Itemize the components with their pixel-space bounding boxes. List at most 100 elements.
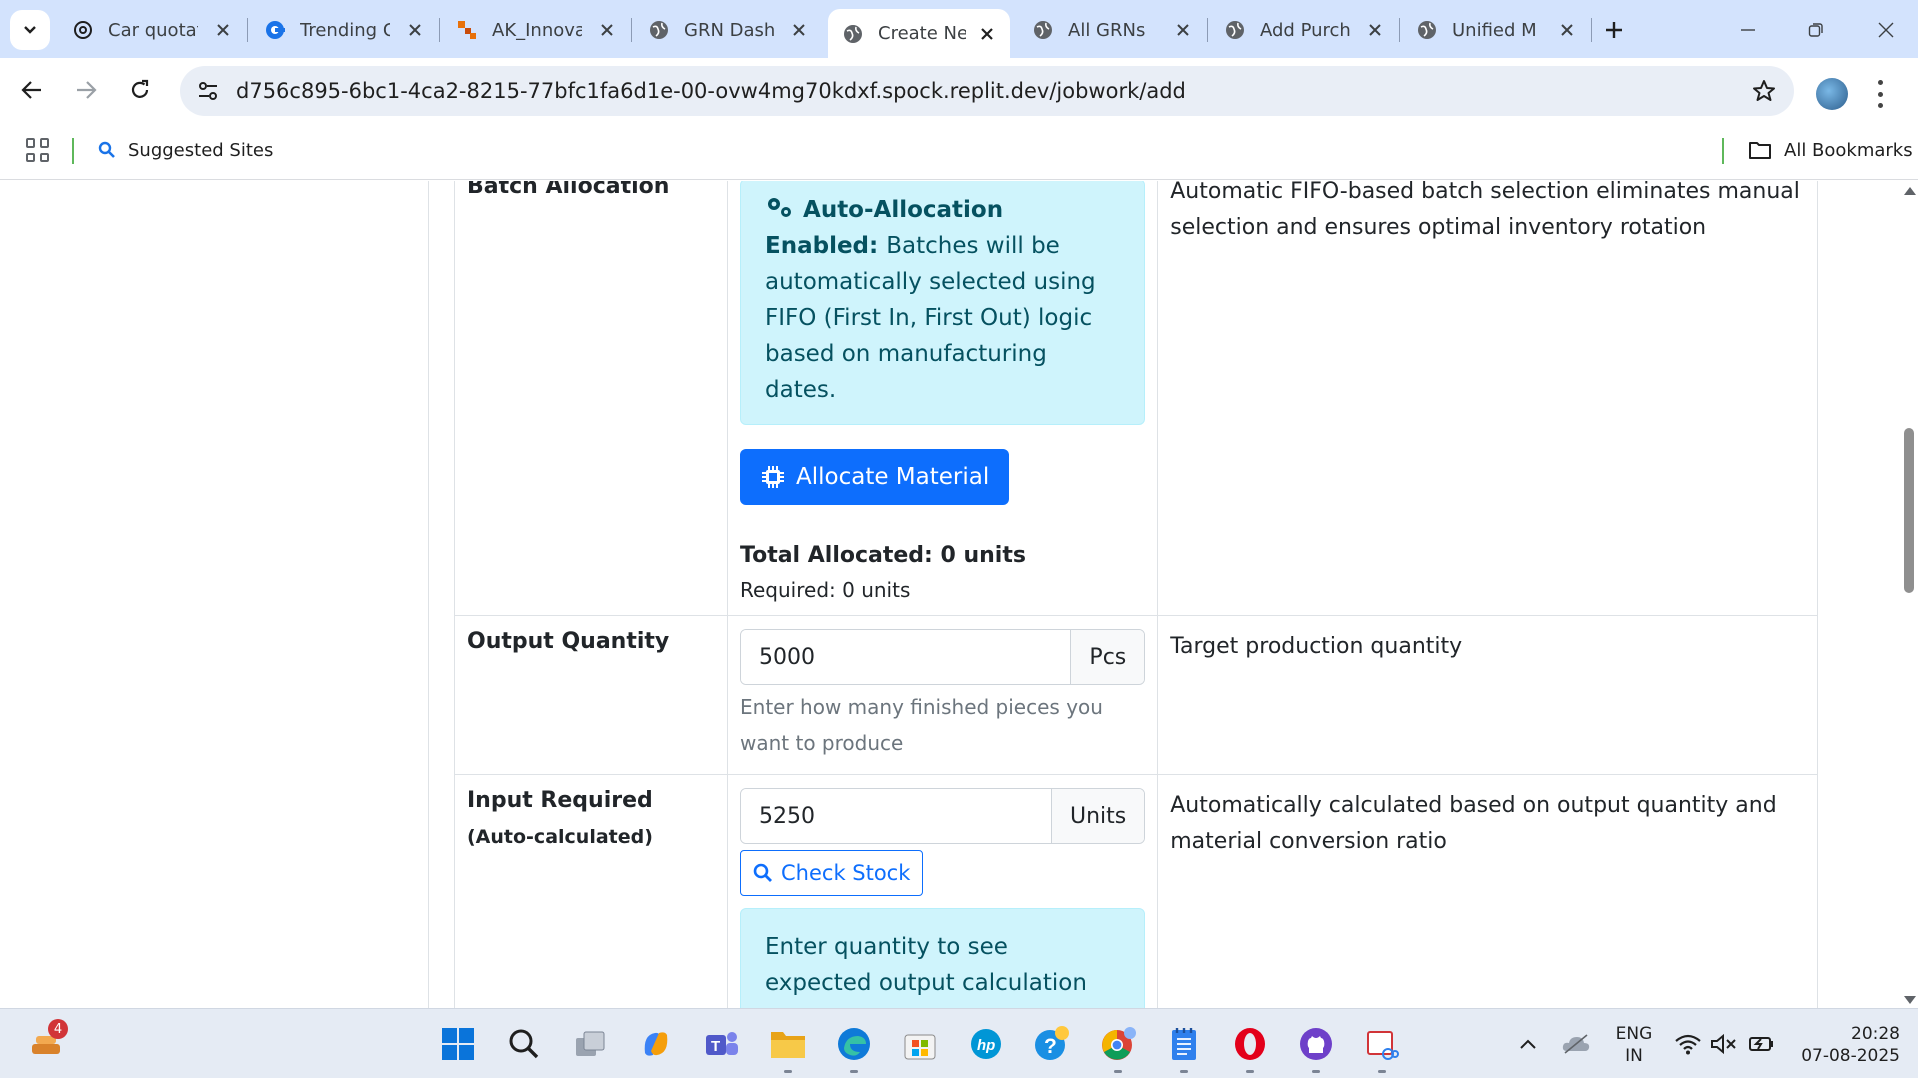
reload-button[interactable] (122, 72, 158, 108)
profile-avatar[interactable] (1816, 78, 1848, 110)
tab-ak-innova[interactable]: AK_Innova (442, 9, 630, 51)
tab-separator (631, 18, 632, 42)
clock[interactable]: 20:28 07-08-2025 (1790, 1023, 1900, 1067)
bookmarks-bar: Suggested Sites All Bookmarks (0, 120, 1918, 180)
site-settings-icon[interactable] (180, 80, 236, 102)
scroll-up-arrow-icon[interactable] (1904, 187, 1916, 195)
windows-taskbar: 4 T hp ? ENG IN 20:28 07-08-2025 (0, 1008, 1918, 1078)
auto-allocation-alert: Auto-Allocation Enabled: Batches will be… (740, 181, 1146, 425)
batch-allocation-description: Automatic FIFO-based batch selection eli… (1157, 181, 1818, 616)
tab-grn-dashboard[interactable]: GRN Dashb (634, 9, 822, 51)
reload-icon (131, 79, 149, 98)
jobwork-form-table: Batch Allocation Auto-Allocation Enabled… (454, 181, 1818, 1008)
output-unit-addon: Pcs (1070, 630, 1145, 684)
globe-icon (1416, 19, 1438, 41)
chip-icon (762, 466, 784, 488)
clock-time: 20:28 (1851, 1024, 1900, 1044)
address-bar[interactable]: d756c895-6bc1-4ca2-8215-77bfc1fa6d1e-00-… (180, 66, 1794, 116)
tab-separator (439, 18, 440, 42)
close-icon[interactable] (1172, 19, 1194, 41)
input-required-cell: Units Check Stock Enter quantity to see … (726, 774, 1159, 1008)
back-button[interactable] (14, 72, 50, 108)
running-indicator (1246, 1070, 1254, 1073)
start-windows-icon[interactable] (438, 1024, 478, 1064)
close-icon[interactable] (596, 19, 618, 41)
clock-date: 07-08-2025 (1801, 1046, 1900, 1066)
github-icon[interactable] (1296, 1024, 1336, 1064)
tab-unified[interactable]: Unified M (1402, 9, 1590, 51)
tab-car-quotation[interactable]: Car quotat (58, 9, 246, 51)
output-quantity-description: Target production quantity (1157, 615, 1818, 775)
input-required-suffix: (Auto-calculated) (467, 826, 653, 848)
button-label: Check Stock (781, 861, 911, 885)
close-icon[interactable] (1364, 19, 1386, 41)
pipeline-icon (456, 19, 478, 41)
scrollbar-thumb[interactable] (1904, 428, 1914, 593)
svg-text:hp: hp (977, 1037, 995, 1054)
tab-trending[interactable]: Trending C (250, 9, 438, 51)
running-indicator (1378, 1070, 1386, 1073)
folder-icon (1749, 142, 1771, 159)
chrome-icon[interactable] (1098, 1024, 1138, 1064)
tab-add-purchase[interactable]: Add Purch (1210, 9, 1398, 51)
tab-all-grns[interactable]: All GRNs (1018, 9, 1206, 51)
expected-output-alert: Enter quantity to see expected output ca… (740, 908, 1146, 1008)
teams-icon[interactable]: T (702, 1024, 742, 1064)
help-icon[interactable]: ? (1032, 1024, 1072, 1064)
search-icon[interactable] (504, 1024, 544, 1064)
browser-menu-icon[interactable] (1874, 80, 1886, 108)
hp-icon[interactable]: hp (966, 1024, 1006, 1064)
close-icon[interactable] (788, 19, 810, 41)
allocate-material-button[interactable]: Allocate Material (740, 449, 1010, 505)
svg-text:T: T (711, 1038, 720, 1055)
check-stock-button[interactable]: Check Stock (740, 850, 924, 896)
forward-button[interactable] (68, 72, 104, 108)
tab-create-new[interactable]: Create Nev (828, 9, 1010, 58)
input-required-input[interactable] (741, 789, 1051, 843)
search-icon (753, 863, 772, 882)
bookmark-star-icon[interactable] (1752, 79, 1776, 107)
close-icon[interactable] (404, 19, 426, 41)
close-icon[interactable] (1556, 19, 1578, 41)
minimize-icon (1741, 29, 1755, 31)
tab-title: Create Nev (878, 23, 966, 44)
snipping-tool-icon[interactable] (1362, 1024, 1402, 1064)
restore-button[interactable] (1796, 14, 1836, 46)
copilot-icon[interactable] (636, 1024, 676, 1064)
volume-muted-icon[interactable] (1704, 1024, 1744, 1064)
task-view-icon[interactable] (570, 1024, 610, 1064)
arrow-right-icon (77, 81, 97, 99)
wifi-icon[interactable] (1668, 1024, 1708, 1064)
bookmark-separator (1722, 138, 1724, 164)
output-quantity-input[interactable] (741, 630, 1071, 684)
minimize-button[interactable] (1728, 14, 1768, 46)
file-explorer-icon[interactable] (768, 1024, 808, 1064)
opera-icon[interactable] (1230, 1024, 1270, 1064)
tab-search-button[interactable] (10, 10, 50, 50)
output-quantity-help: Enter how many finished pieces you want … (740, 695, 1103, 755)
scroll-down-arrow-icon[interactable] (1904, 996, 1916, 1004)
all-bookmarks-button[interactable]: All Bookmarks (1748, 136, 1913, 164)
edge-icon[interactable] (834, 1024, 874, 1064)
total-allocated-text: Total Allocated: 0 units (740, 543, 1026, 568)
search-icon (98, 141, 115, 158)
microsoft-store-icon[interactable] (900, 1024, 940, 1064)
new-tab-button[interactable] (1598, 14, 1630, 46)
close-icon[interactable] (976, 23, 998, 45)
table-row: Input Required (Auto-calculated) Units C… (454, 774, 1818, 1008)
notepad-icon[interactable] (1164, 1024, 1204, 1064)
apps-grid-icon[interactable] (26, 138, 50, 162)
tab-title: GRN Dashb (684, 19, 774, 41)
close-window-button[interactable] (1866, 14, 1906, 46)
required-units-text: Required: 0 units (740, 578, 911, 602)
gears-icon (768, 198, 791, 217)
close-icon (1878, 22, 1894, 38)
input-required-label-cell: Input Required (Auto-calculated) (454, 774, 728, 1008)
chevron-up-icon[interactable] (1508, 1024, 1548, 1064)
language-indicator[interactable]: ENG IN (1608, 1023, 1660, 1067)
page-scrollbar[interactable] (1900, 181, 1918, 1008)
bookmark-suggested-sites[interactable]: Suggested Sites (98, 136, 273, 164)
close-icon[interactable] (212, 19, 234, 41)
battery-icon[interactable] (1740, 1024, 1780, 1064)
onedrive-icon[interactable] (1556, 1024, 1596, 1064)
